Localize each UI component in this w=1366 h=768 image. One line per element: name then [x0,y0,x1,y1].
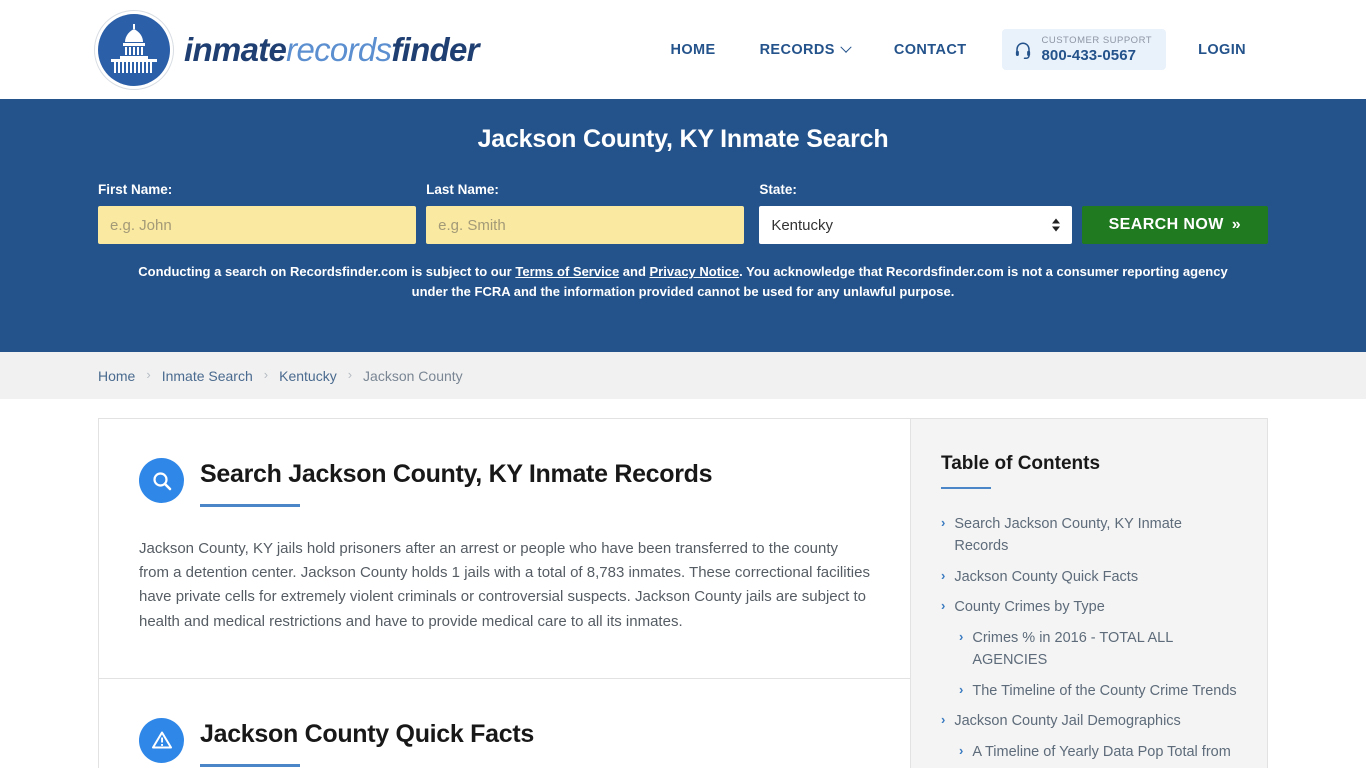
customer-support-label: CUSTOMER SUPPORT [1041,34,1153,46]
breadcrumb-separator-icon: › [146,367,151,382]
chevron-right-icon: › [959,681,964,697]
page-body: Search Jackson County, KY Inmate Records… [0,399,1366,768]
toc-item-label: Jackson County Jail Demographics [954,713,1181,730]
breadcrumb-item-jackson-county: Jackson County [363,367,463,384]
nav-item-records-label: RECORDS [759,41,835,58]
breadcrumb-separator-icon: › [263,367,269,382]
magnifier-icon [139,458,184,503]
title-underline-accent [200,763,300,767]
site-header: inmaterecordsfinder HOME RECORDS CONTACT… [0,0,1366,99]
toc-item-search-records[interactable]: › Search Jackson County, KY Inmate Recor… [941,513,1237,558]
capitol-dome-icon [98,13,170,86]
chevron-right-icon: › [959,742,964,758]
headset-icon [1016,42,1031,59]
toc-item-label: Jackson County Quick Facts [954,568,1139,585]
double-chevron-right-icon: » [1231,216,1242,233]
main-navigation: HOME RECORDS CONTACT CUSTOMER SUPPORT 80… [648,28,1268,71]
nav-item-home[interactable]: HOME [648,32,737,68]
toc-item-jail-demographics[interactable]: › Jackson County Jail Demographics [941,710,1237,732]
state-select[interactable]: Kentucky [759,206,1072,244]
chevron-right-icon: › [941,712,946,728]
toc-item-quick-facts[interactable]: › Jackson County Quick Facts [941,566,1237,588]
site-logo[interactable]: inmaterecordsfinder [98,13,479,86]
nav-item-login-label: LOGIN [1198,41,1246,58]
title-underline-accent [200,503,300,507]
section-title-search-records: Search Jackson County, KY Inmate Records [200,460,713,488]
logo-wordmark: inmaterecordsfinder [184,33,479,66]
state-label: State: [759,182,797,197]
last-name-label: Last Name: [426,182,499,197]
disclaimer-pre: Conducting a search on Recordsfinder.com… [138,264,516,279]
search-now-label: SEARCH NOW [1108,216,1224,233]
terms-of-service-link[interactable]: Terms of Service [515,264,619,279]
toc-item-county-crimes-by-type[interactable]: › County Crimes by Type [941,596,1237,618]
toc-item-label: Crimes % in 2016 - TOTAL ALL AGENCIES [972,629,1173,669]
page-title: Jackson County, KY Inmate Search [477,125,889,153]
search-disclaimer: Conducting a search on Recordsfinder.com… [98,262,1268,302]
breadcrumb-item-inmate-search[interactable]: Inmate Search [162,368,253,384]
chevron-right-icon: › [941,515,946,530]
logo-word-finder: finder [391,31,479,68]
toc-item-label: Search Jackson County, KY Inmate Records [954,516,1182,555]
table-of-contents-title: Table of Contents [941,453,1101,474]
first-name-label: First Name: [98,182,173,197]
warning-triangle-icon [139,717,184,763]
breadcrumb-item-home[interactable]: Home [98,368,135,384]
nav-item-contact-label: CONTACT [893,41,967,58]
nav-item-login[interactable]: LOGIN [1176,32,1268,68]
privacy-notice-link[interactable]: Privacy Notice [650,264,740,279]
chevron-right-icon: › [941,598,946,614]
nav-item-contact[interactable]: CONTACT [872,32,989,68]
toc-item-crimes-percent-2016[interactable]: › Crimes % in 2016 - TOTAL ALL AGENCIES [941,627,1237,672]
breadcrumb: Home › Inmate Search › Kentucky › Jackso… [0,352,1366,399]
toc-item-label: A Timeline of Yearly Data Pop Total from… [972,743,1231,768]
first-name-input[interactable] [98,206,417,244]
toc-item-label: County Crimes by Type [954,599,1105,616]
table-of-contents-sidebar: Table of Contents › Search Jackson Count… [910,418,1268,768]
chevron-right-icon: › [941,567,946,583]
section-search-records: Search Jackson County, KY Inmate Records… [99,419,910,678]
inmate-search-band: Jackson County, KY Inmate Search First N… [0,99,1366,352]
inmate-search-form: First Name: Last Name: State: Kentucky S… [98,182,1268,244]
customer-support-box[interactable]: CUSTOMER SUPPORT 800-433-0567 [1002,28,1167,71]
logo-word-inmate: inmate [184,31,287,68]
search-now-button[interactable]: SEARCH NOW » [1081,206,1268,244]
section-body-search-records: Jackson County, KY jails hold prisoners … [139,539,870,630]
disclaimer-mid: and [619,264,650,279]
logo-word-records: records [286,31,392,68]
section-quick-facts: Jackson County Quick Facts [99,677,910,768]
nav-item-home-label: HOME [670,41,716,58]
section-title-quick-facts: Jackson County Quick Facts [200,719,534,748]
breadcrumb-item-kentucky[interactable]: Kentucky [279,368,337,384]
first-name-field-group: First Name: [98,182,417,244]
state-field-group: State: Kentucky [759,182,1072,244]
toc-underline-accent [941,487,991,489]
chevron-right-icon: › [959,628,964,644]
toc-item-label: The Timeline of the County Crime Trends [972,682,1237,699]
toc-item-yearly-pop-total[interactable]: › A Timeline of Yearly Data Pop Total fr… [941,741,1237,768]
table-of-contents-list: › Search Jackson County, KY Inmate Recor… [941,513,1237,768]
last-name-input[interactable] [426,206,745,244]
nav-item-records[interactable]: RECORDS [738,32,872,68]
last-name-field-group: Last Name: [426,182,745,244]
main-content-card: Search Jackson County, KY Inmate Records… [98,418,910,768]
toc-item-crime-trends-timeline[interactable]: › The Timeline of the County Crime Trend… [941,680,1237,702]
chevron-down-icon [840,41,852,53]
customer-support-phone[interactable]: 800-433-0567 [1041,47,1152,64]
breadcrumb-separator-icon: › [347,367,353,382]
